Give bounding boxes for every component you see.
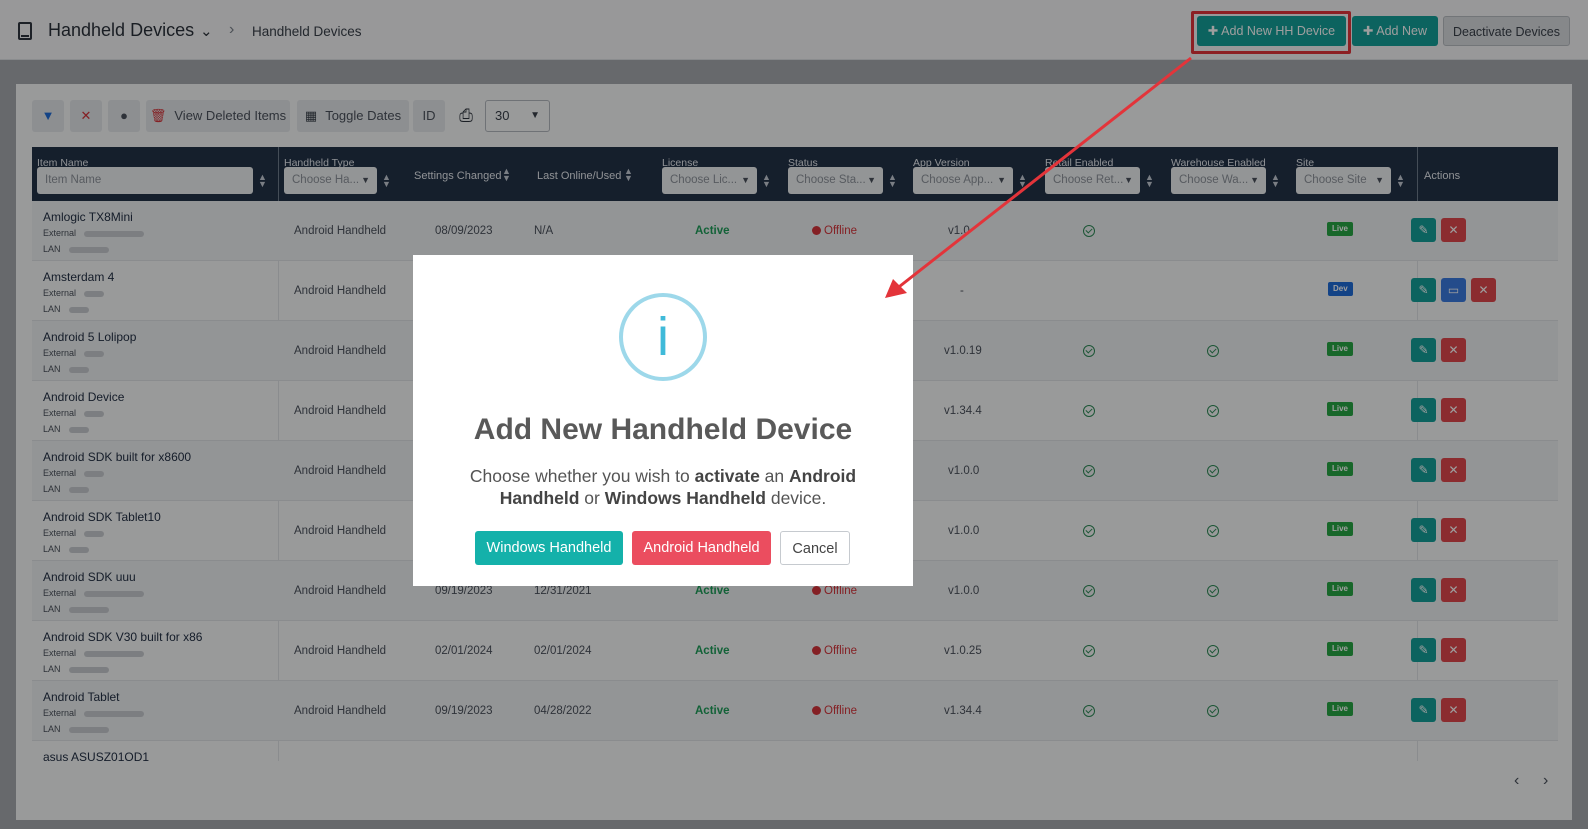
modal-title: Add New Handheld Device [473,413,853,446]
cancel-button[interactable]: Cancel [780,531,850,565]
android-handheld-button[interactable]: Android Handheld [632,531,771,565]
windows-handheld-button[interactable]: Windows Handheld [475,531,623,565]
add-handheld-modal: i Add New Handheld Device Choose whether… [413,255,913,586]
info-icon: i [619,293,707,381]
modal-message: Choose whether you wish to activate an A… [469,466,857,508]
